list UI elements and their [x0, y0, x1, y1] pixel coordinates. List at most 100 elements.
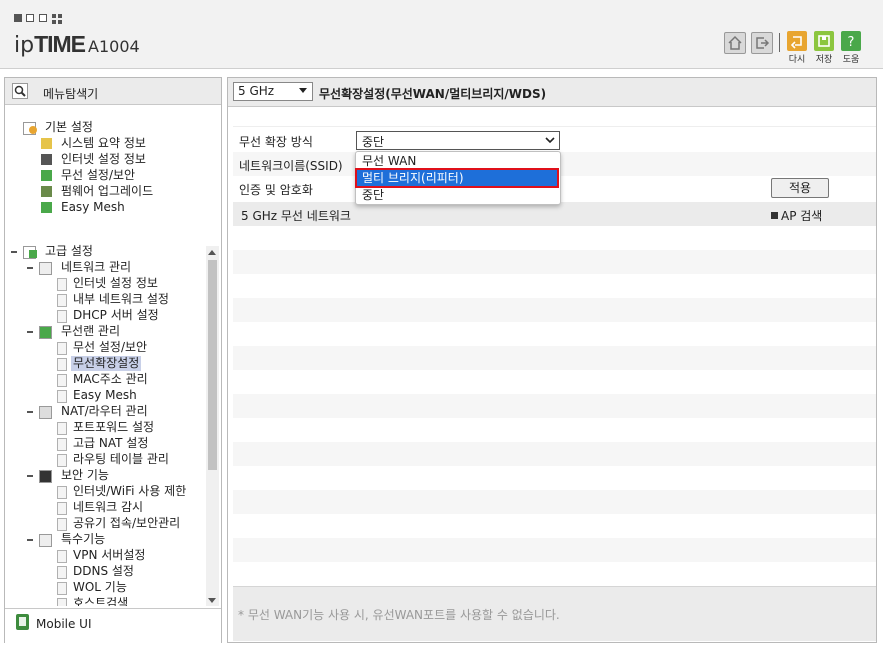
wifi-icon [41, 170, 52, 181]
menu-vpn-server[interactable]: VPN 서버설정 [73, 548, 145, 563]
page-icon [57, 582, 67, 595]
menu-wireless-security[interactable]: 무선 설정/보안 [73, 340, 147, 355]
menu-internet-settings-basic[interactable]: 인터넷 설정 정보 [61, 152, 146, 167]
menu-special-functions[interactable]: 특수기능 [61, 532, 105, 547]
menu-firmware-upgrade[interactable]: 펌웨어 업그레이드 [61, 184, 153, 199]
page-icon [57, 390, 67, 403]
menu-basic-settings[interactable]: 기본 설정 [45, 120, 93, 135]
menu-wireless-security-basic[interactable]: 무선 설정/보안 [61, 168, 135, 183]
help-button[interactable]: ? [841, 31, 861, 51]
save-label: 저장 [815, 55, 833, 65]
list-row [233, 514, 876, 538]
header-separator [779, 33, 780, 52]
top-header: ipTIME A1004 다시 저장 ? 도움 [0, 0, 883, 69]
save-button[interactable] [814, 31, 834, 51]
menu-host-search[interactable]: 호스트검색 [73, 596, 128, 606]
menu-access-security[interactable]: 공유기 접속/보안관리 [73, 516, 180, 531]
menu-system-summary[interactable]: 시스템 요약 정보 [61, 136, 146, 151]
list-row [233, 466, 876, 490]
menu-advanced-nat[interactable]: 고급 NAT 설정 [73, 436, 148, 451]
page-icon [57, 294, 67, 307]
list-row [233, 490, 876, 514]
option-wireless-wan[interactable]: 무선 WAN [357, 153, 557, 169]
menu-internet-wifi-limit[interactable]: 인터넷/WiFi 사용 제한 [73, 484, 186, 499]
menu-internal-network[interactable]: 내부 네트워크 설정 [73, 292, 169, 307]
mode-select-value: 중단 [362, 135, 385, 149]
home-button[interactable] [724, 32, 746, 54]
list-row [233, 370, 876, 394]
mobile-ui-label: Mobile UI [36, 617, 92, 631]
menu-internet-settings[interactable]: 인터넷 설정 정보 [73, 276, 158, 291]
collapse-icon[interactable] [27, 411, 33, 413]
upgrade-icon [41, 186, 52, 197]
collapse-icon[interactable] [27, 331, 33, 333]
network-icon [39, 262, 52, 275]
special-functions-icon [39, 534, 52, 547]
help-label: 도움 [842, 55, 860, 65]
page-icon [57, 342, 67, 355]
ssid-label: 네트워크이름(SSID) [239, 159, 343, 173]
page-icon [57, 374, 67, 387]
apply-button[interactable]: 적용 [771, 178, 829, 198]
chevron-down-icon [545, 137, 555, 144]
menu-routing-table[interactable]: 라우팅 테이블 관리 [73, 452, 169, 467]
mode-select[interactable]: 중단 [356, 131, 560, 150]
refresh-button[interactable] [787, 31, 807, 51]
collapse-icon[interactable] [27, 475, 33, 477]
menu-advanced-settings[interactable]: 고급 설정 [45, 244, 93, 259]
list-row [233, 298, 876, 322]
menu-wireless-extension[interactable]: 무선확장설정 [71, 356, 142, 371]
collapse-icon[interactable] [27, 267, 33, 269]
menu-security[interactable]: 보안 기능 [61, 468, 109, 483]
mobile-icon [16, 614, 29, 630]
menu-easy-mesh[interactable]: Easy Mesh [73, 388, 137, 403]
help-icon: ? [848, 35, 855, 50]
page-icon [57, 518, 67, 531]
collapse-icon[interactable] [11, 251, 17, 253]
ap-scan-button[interactable]: AP 검색 [771, 207, 822, 224]
page-icon [57, 454, 67, 467]
menu-ddns[interactable]: DDNS 설정 [73, 564, 134, 579]
logout-button[interactable] [751, 32, 773, 54]
footnote-bar: * 무선 WAN기능 사용 시, 유선WAN포트를 사용할 수 없습니다. [233, 586, 876, 641]
collapse-icon[interactable] [27, 539, 33, 541]
mobile-ui-link[interactable]: Mobile UI [5, 608, 221, 643]
scroll-up-icon[interactable] [208, 250, 216, 255]
menu-mac-address[interactable]: MAC주소 관리 [73, 372, 148, 387]
page-icon [57, 566, 67, 579]
option-multi-bridge[interactable]: 멀티 브리지(리피터) [355, 168, 559, 188]
menu-network-management[interactable]: 네트워크 관리 [61, 260, 131, 275]
menu-scrollbar[interactable] [206, 246, 219, 606]
list-row [233, 226, 876, 250]
scroll-thumb[interactable] [208, 260, 217, 470]
menu-explorer-title: 메뉴탐색기 [43, 87, 99, 101]
option-stop[interactable]: 중단 [357, 187, 557, 203]
clipped-row: 호스트검색 [5, 596, 205, 606]
wireless-network-list-title: 5 GHz 무선 네트워크 [241, 209, 351, 223]
logout-icon [756, 37, 770, 49]
basic-settings-icon [29, 126, 37, 134]
chevron-down-icon [299, 88, 307, 93]
page-icon [57, 502, 67, 515]
band-select[interactable]: 5 GHz [233, 82, 313, 101]
advanced-settings-icon [29, 250, 37, 258]
menu-wol[interactable]: WOL 기능 [73, 580, 127, 595]
scroll-down-icon[interactable] [208, 598, 216, 603]
menu-nat-router[interactable]: NAT/라우터 관리 [61, 404, 148, 419]
monitor-icon [41, 154, 52, 165]
auth-label: 인증 및 암호화 [239, 183, 313, 197]
window-square-icon [39, 14, 47, 22]
menu-network-monitor[interactable]: 네트워크 감시 [73, 500, 143, 515]
menu-dhcp-server[interactable]: DHCP 서버 설정 [73, 308, 159, 323]
list-row [233, 346, 876, 370]
content-panel: 5 GHz 무선확장설정(무선WAN/멀티브리지/WDS) 무선 확장 방식 네… [227, 77, 877, 643]
menu-port-forward[interactable]: 포트포워드 설정 [73, 420, 154, 435]
menu-wireless-management[interactable]: 무선랜 관리 [61, 324, 120, 339]
window-square-icon [26, 14, 34, 22]
page-title: 무선확장설정(무선WAN/멀티브리지/WDS) [319, 87, 547, 101]
plus-icon [771, 212, 778, 219]
page-icon [57, 486, 67, 499]
save-icon [818, 35, 830, 47]
menu-easy-mesh-basic[interactable]: Easy Mesh [61, 200, 125, 215]
logo: ipTIME A1004 [14, 31, 140, 58]
